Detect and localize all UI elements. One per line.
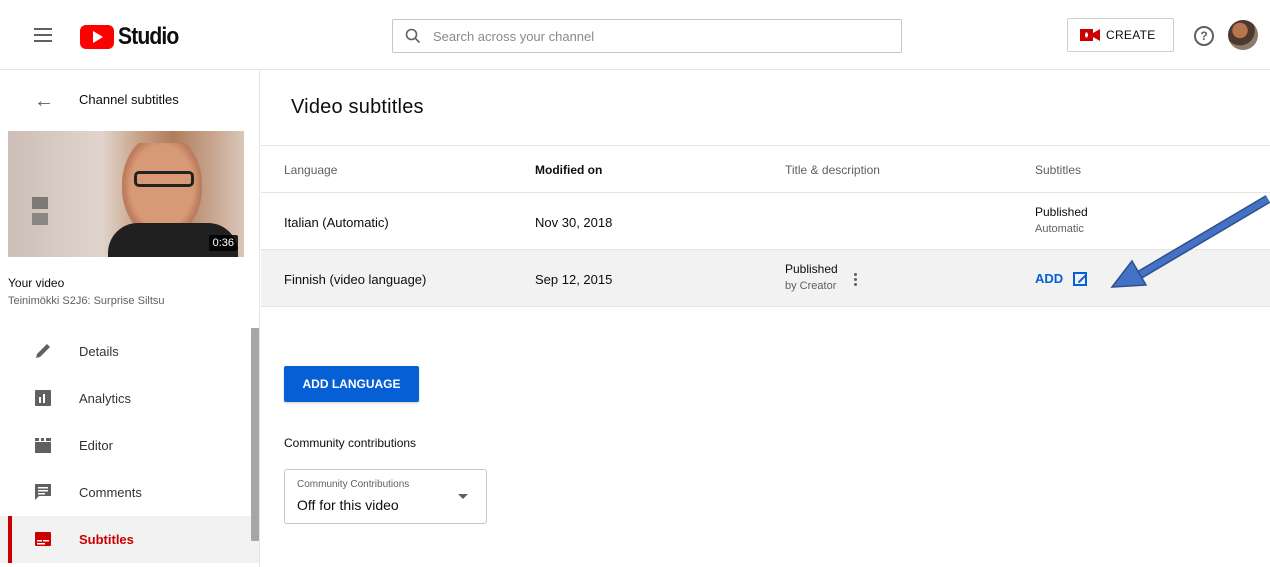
community-contributions-label: Community contributions xyxy=(284,436,417,450)
video-camera-icon xyxy=(1080,28,1100,42)
youtube-play-icon xyxy=(80,25,114,49)
row-language: Italian (Automatic) xyxy=(284,215,389,230)
select-small-label: Community Contributions xyxy=(297,479,410,490)
row-language: Finnish (video language) xyxy=(284,272,427,287)
create-label: CREATE xyxy=(1106,28,1156,42)
top-bar: Studio CREATE ? xyxy=(0,0,1270,70)
sidebar-item-subtitles[interactable]: Subtitles xyxy=(0,516,259,563)
sidebar-item-comments[interactable]: Comments xyxy=(0,469,259,516)
logo-text: Studio xyxy=(118,23,179,50)
help-icon[interactable]: ? xyxy=(1194,26,1214,46)
wall-frame xyxy=(32,213,48,225)
column-header-modified[interactable]: Modified on xyxy=(535,163,602,177)
add-label: ADD xyxy=(1035,271,1064,286)
video-thumbnail[interactable]: 0:36 xyxy=(8,131,244,257)
menu-icon[interactable] xyxy=(34,28,52,42)
sidebar-item-analytics[interactable]: Analytics xyxy=(0,375,259,422)
sidebar-item-editor[interactable]: Editor xyxy=(0,422,259,469)
community-contributions-select[interactable]: Community Contributions Off for this vid… xyxy=(284,469,487,524)
row-modified: Sep 12, 2015 xyxy=(535,272,613,287)
comment-icon xyxy=(34,483,52,501)
sidebar-item-label: Subtitles xyxy=(79,532,134,547)
sidebar: ← Channel subtitles 0:36 Your video Tein… xyxy=(0,70,260,567)
pencil-icon xyxy=(34,342,52,360)
row-modified: Nov 30, 2018 xyxy=(535,215,613,230)
add-language-button[interactable]: ADD LANGUAGE xyxy=(284,366,419,402)
page-title: Video subtitles xyxy=(291,96,424,118)
row-title-sub: by Creator xyxy=(785,280,837,292)
search-box[interactable] xyxy=(392,19,902,53)
glasses xyxy=(134,171,194,187)
main-content: Video subtitles Language Modified on Tit… xyxy=(261,70,1270,567)
select-value: Off for this video xyxy=(297,497,399,513)
sidebar-nav: Details Analytics Editor Comments Subtit… xyxy=(0,328,259,563)
back-label[interactable]: Channel subtitles xyxy=(79,92,179,107)
search-input[interactable] xyxy=(433,28,873,44)
back-row[interactable]: ← Channel subtitles xyxy=(0,70,259,130)
wall-frame xyxy=(32,197,48,209)
sidebar-item-label: Analytics xyxy=(79,391,132,406)
more-options-icon[interactable] xyxy=(854,273,858,288)
row-subtitles-status: Published xyxy=(1035,205,1088,219)
chevron-down-icon xyxy=(458,494,468,499)
sidebar-item-details[interactable]: Details xyxy=(0,328,259,375)
row-subtitles-sub: Automatic xyxy=(1035,223,1084,235)
column-header-language: Language xyxy=(284,163,338,177)
sidebar-scrollbar[interactable] xyxy=(251,328,259,541)
subtitles-icon xyxy=(34,530,52,548)
search-icon xyxy=(393,20,433,52)
open-external-icon xyxy=(1073,271,1088,286)
clapper-icon xyxy=(34,436,52,454)
duration-badge: 0:36 xyxy=(208,235,238,251)
video-title: Teinimökki S2J6: Surprise Siltsu xyxy=(8,295,165,307)
annotation-arrow xyxy=(1110,195,1270,288)
sidebar-item-label: Details xyxy=(79,344,119,359)
analytics-icon xyxy=(34,389,52,407)
table-header: Language Modified on Title & description… xyxy=(261,145,1270,193)
row-title-status: Published xyxy=(785,262,838,276)
sidebar-item-label: Comments xyxy=(79,485,142,500)
studio-logo[interactable]: Studio xyxy=(80,23,187,51)
sidebar-item-label: Editor xyxy=(79,438,113,453)
column-header-title: Title & description xyxy=(785,163,880,177)
create-button[interactable]: CREATE xyxy=(1067,18,1174,52)
add-subtitles-link[interactable]: ADD xyxy=(1035,271,1088,286)
avatar[interactable] xyxy=(1228,20,1258,50)
back-arrow-icon[interactable]: ← xyxy=(34,90,54,113)
your-video-label: Your video xyxy=(8,276,65,290)
column-header-subtitles: Subtitles xyxy=(1035,163,1082,177)
